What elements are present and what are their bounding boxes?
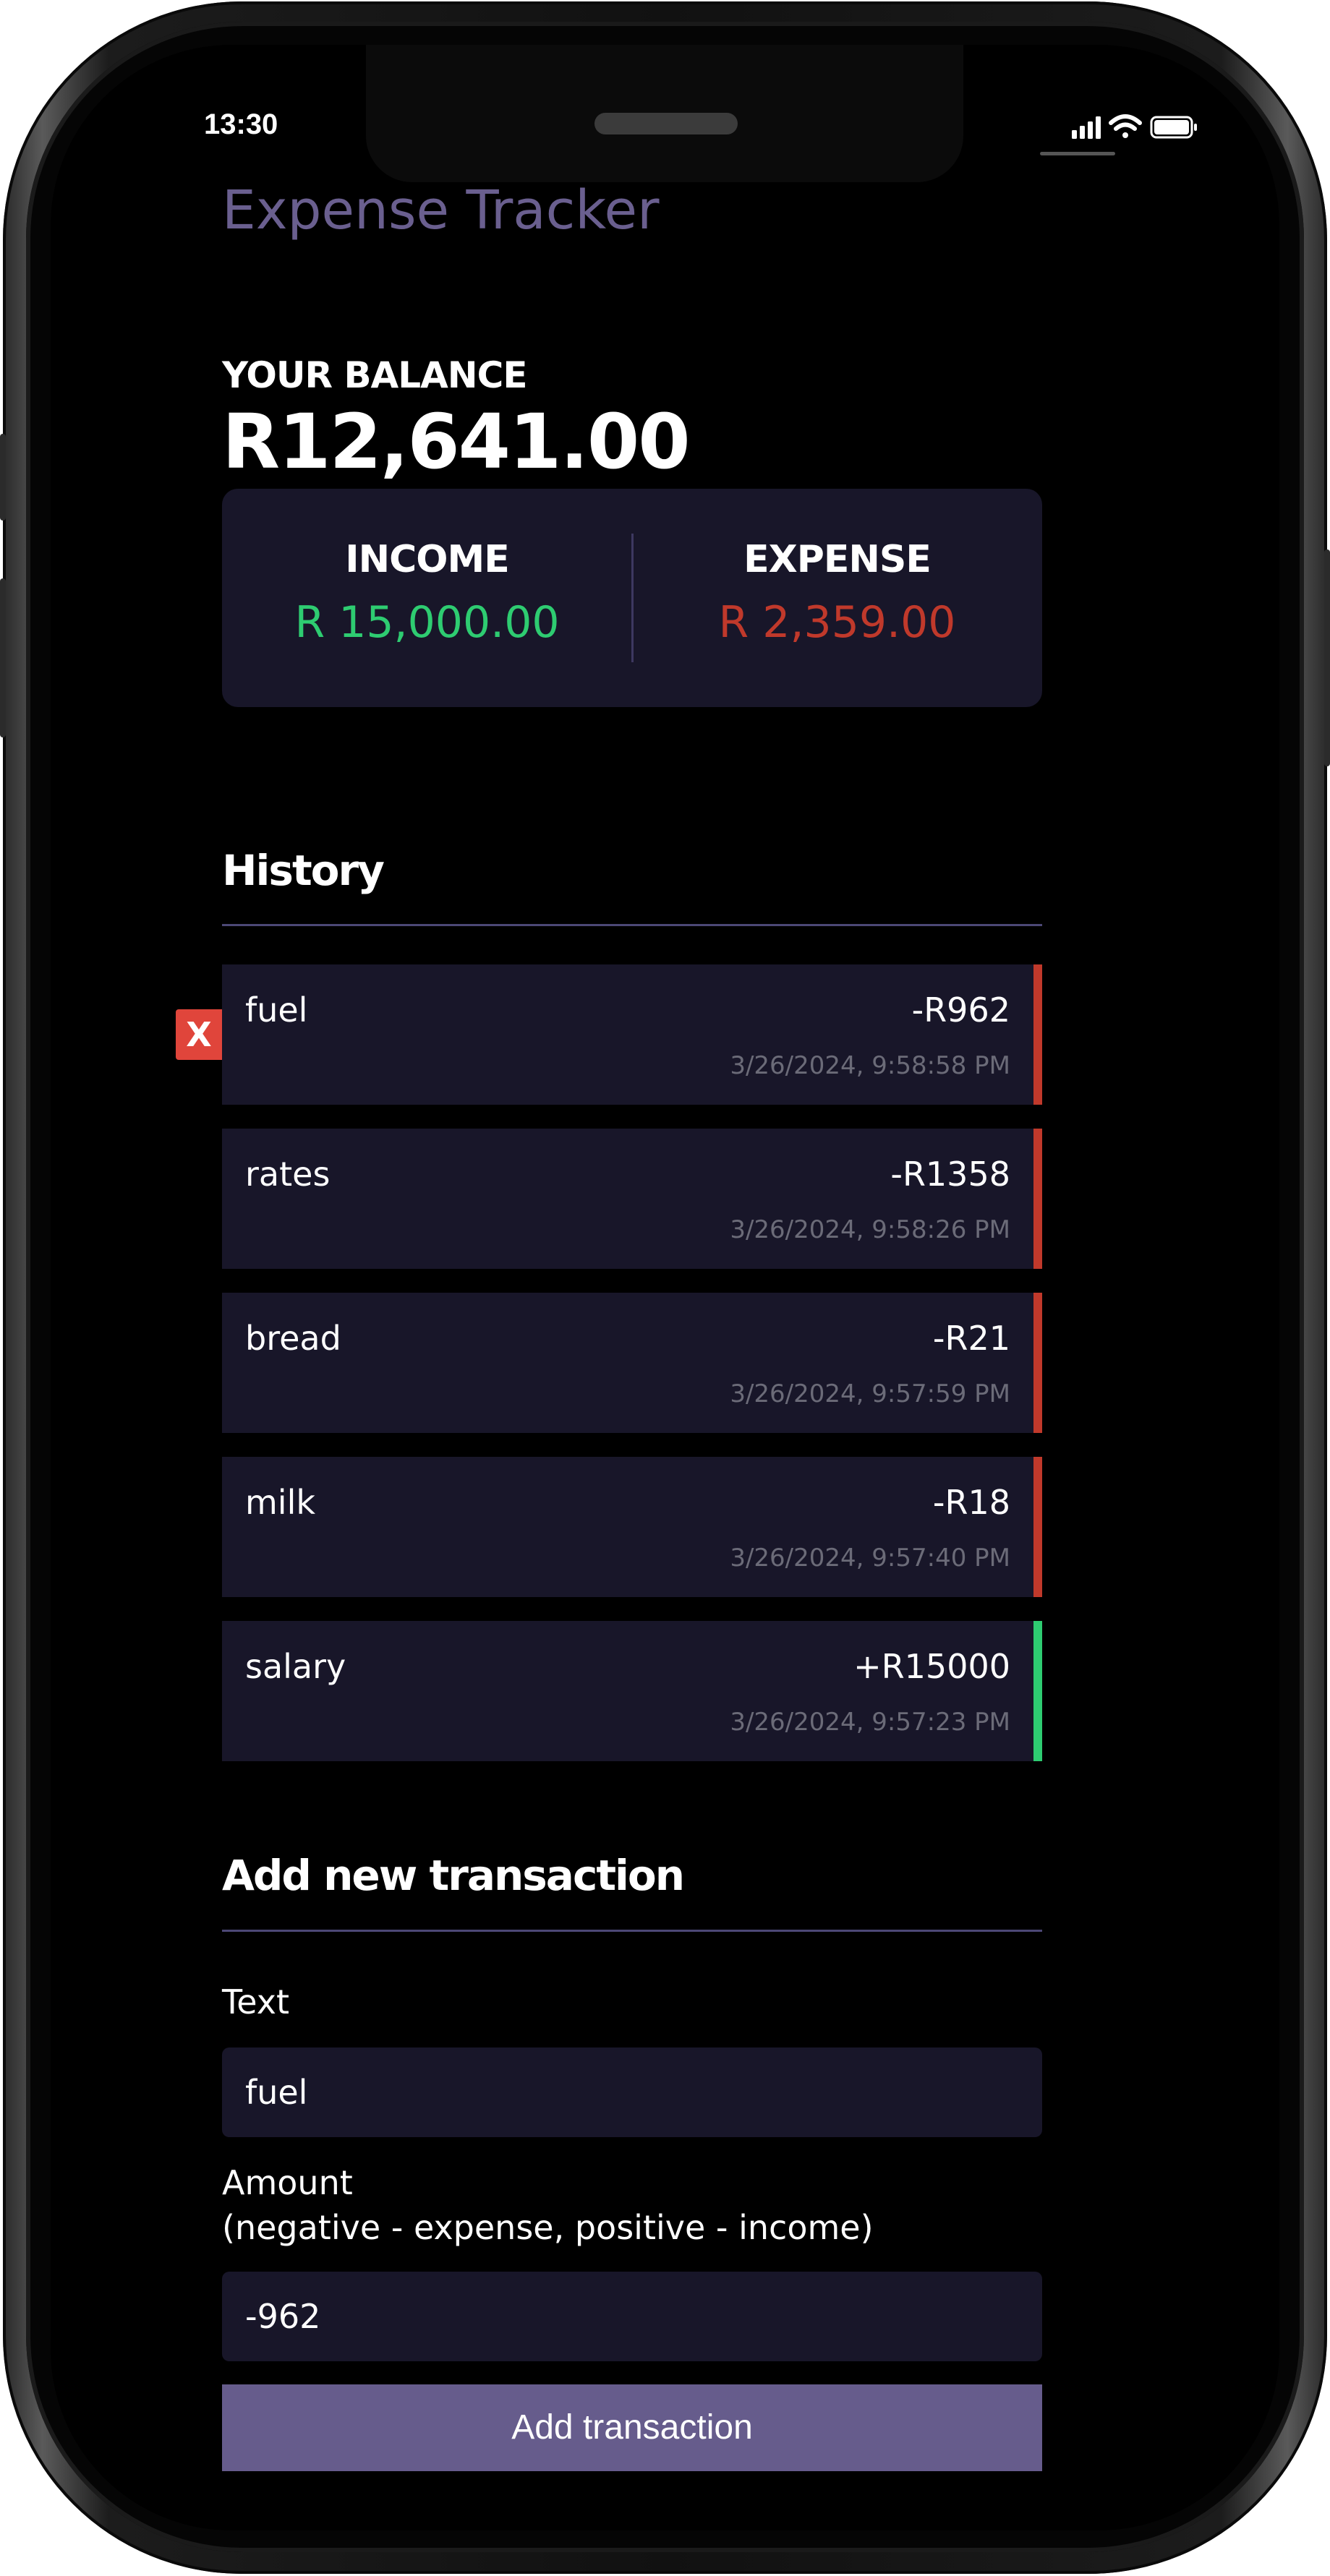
balance-label: YOUR BALANCE <box>222 354 527 396</box>
transaction-item[interactable]: salary +R15000 3/26/2024, 9:57:23 PM <box>222 1621 1042 1761</box>
expense-value: R 2,359.00 <box>718 597 956 648</box>
expense-indicator <box>1033 1293 1042 1433</box>
add-transaction-divider <box>222 1930 1042 1932</box>
history-divider <box>222 924 1042 926</box>
transaction-amount: +R15000 <box>853 1647 1010 1686</box>
transaction-item[interactable]: bread -R21 3/26/2024, 9:57:59 PM <box>222 1293 1042 1433</box>
transaction-date: 3/26/2024, 9:58:58 PM <box>730 1051 1010 1080</box>
transaction-date: 3/26/2024, 9:57:23 PM <box>730 1708 1010 1737</box>
transaction-amount: -R962 <box>911 990 1010 1030</box>
transaction-date: 3/26/2024, 9:58:26 PM <box>730 1215 1010 1244</box>
transaction-amount: -R1358 <box>890 1155 1010 1194</box>
amount-input[interactable] <box>222 2272 1042 2361</box>
wifi-icon <box>1109 114 1142 138</box>
transaction-amount: -R18 <box>932 1483 1010 1522</box>
add-transaction-heading: Add new transaction <box>222 1851 685 1900</box>
cellular-signal-icon <box>1072 116 1101 139</box>
app-title: Expense Tracker <box>222 179 660 241</box>
phone-side-button <box>1324 549 1330 766</box>
phone-side-button <box>0 578 6 737</box>
expense-indicator <box>1033 1457 1042 1597</box>
status-time: 13:30 <box>204 108 278 140</box>
phone-mockup: 13:30 Expense Tracker YOUR BALANCE R12,6… <box>0 0 1330 2576</box>
transaction-amount: -R21 <box>932 1319 1010 1358</box>
transaction-text: milk <box>245 1483 316 1522</box>
expense-indicator <box>1033 1129 1042 1269</box>
amount-field-hint: (negative - expense, positive - income) <box>222 2208 874 2247</box>
expense-label: EXPENSE <box>743 538 932 581</box>
expense-indicator <box>1033 964 1042 1105</box>
delete-button[interactable]: X <box>176 1009 222 1060</box>
status-indicator-line <box>1040 152 1115 155</box>
income-expense-summary: INCOME R 15,000.00 EXPENSE R 2,359.00 <box>222 489 1042 707</box>
expense-column: EXPENSE R 2,359.00 <box>632 489 1042 707</box>
transaction-date: 3/26/2024, 9:57:59 PM <box>730 1379 1010 1408</box>
amount-field-label: Amount <box>222 2163 353 2202</box>
transaction-text: rates <box>245 1155 331 1194</box>
status-icons <box>1072 114 1197 139</box>
transaction-text: fuel <box>245 990 308 1030</box>
transaction-text: bread <box>245 1319 341 1358</box>
income-value: R 15,000.00 <box>294 597 560 648</box>
speaker-grille <box>594 113 738 134</box>
balance-value: R12,641.00 <box>222 398 691 486</box>
battery-icon <box>1150 116 1197 139</box>
text-field-label: Text <box>222 1982 290 2021</box>
transaction-text: salary <box>245 1647 346 1686</box>
income-label: INCOME <box>345 538 510 581</box>
income-indicator <box>1033 1621 1042 1761</box>
transaction-item[interactable]: milk -R18 3/26/2024, 9:57:40 PM <box>222 1457 1042 1597</box>
text-input[interactable] <box>222 2047 1042 2137</box>
phone-side-button <box>0 434 6 521</box>
add-transaction-button[interactable]: Add transaction <box>222 2384 1042 2471</box>
history-heading: History <box>222 846 385 895</box>
transaction-date: 3/26/2024, 9:57:40 PM <box>730 1544 1010 1572</box>
transaction-item[interactable]: rates -R1358 3/26/2024, 9:58:26 PM <box>222 1129 1042 1269</box>
income-column: INCOME R 15,000.00 <box>222 489 632 707</box>
transaction-item[interactable]: X fuel -R962 3/26/2024, 9:58:58 PM <box>176 964 1042 1105</box>
